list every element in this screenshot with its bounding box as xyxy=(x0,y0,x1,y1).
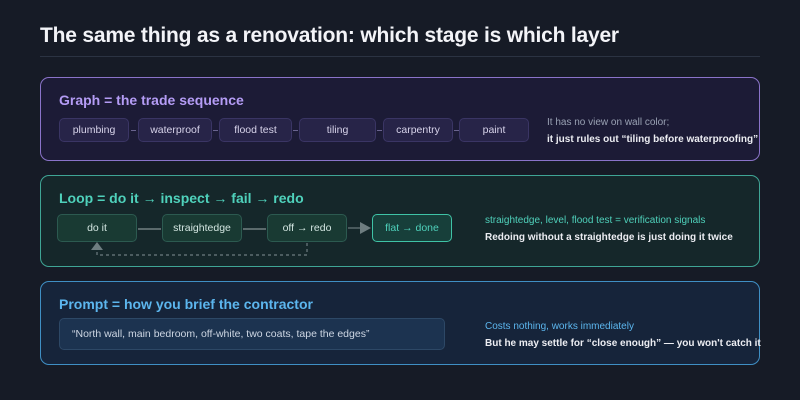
sequence-step-tiling: tiling xyxy=(299,118,376,142)
page-title: The same thing as a renovation: which st… xyxy=(40,24,619,47)
loop-note-line1: straightedge, level, flood test = verifi… xyxy=(485,215,706,226)
sequence-step-waterproof: waterproof xyxy=(138,118,212,142)
prompt-note-line1: Costs nothing, works immediately xyxy=(485,321,634,332)
sequence-step-paint: paint xyxy=(459,118,529,142)
sequence-connector xyxy=(293,130,298,131)
sequence-step-plumbing: plumbing xyxy=(59,118,129,142)
sequence-connector xyxy=(213,130,218,131)
loop-panel: Loop = do it → inspect → fail → redo do … xyxy=(40,175,760,267)
sequence-step-carpentry: carpentry xyxy=(383,118,453,142)
arrow-right-icon xyxy=(360,222,371,234)
title-divider xyxy=(40,56,760,57)
redo-feedback-path xyxy=(96,243,308,256)
graph-panel: Graph = the trade sequence plumbing wate… xyxy=(40,77,760,161)
sequence-connector xyxy=(377,130,382,131)
prompt-panel: Prompt = how you brief the contractor “N… xyxy=(40,281,761,365)
graph-heading: Graph = the trade sequence xyxy=(59,92,244,108)
arrow-up-icon xyxy=(91,242,103,250)
prompt-note-line2: But he may settle for “close enough” — y… xyxy=(485,338,761,349)
prompt-heading: Prompt = how you brief the contractor xyxy=(59,296,313,312)
loop-note-line2: Redoing without a straightedge is just d… xyxy=(485,232,733,243)
graph-note-line1: It has no view on wall color; xyxy=(547,117,670,128)
contractor-brief-quote: “North wall, main bedroom, off-white, tw… xyxy=(59,318,445,350)
sequence-connector xyxy=(131,130,136,131)
graph-note-line2: it just rules out “tiling before waterpr… xyxy=(547,134,759,145)
sequence-step-flood-test: flood test xyxy=(219,118,292,142)
